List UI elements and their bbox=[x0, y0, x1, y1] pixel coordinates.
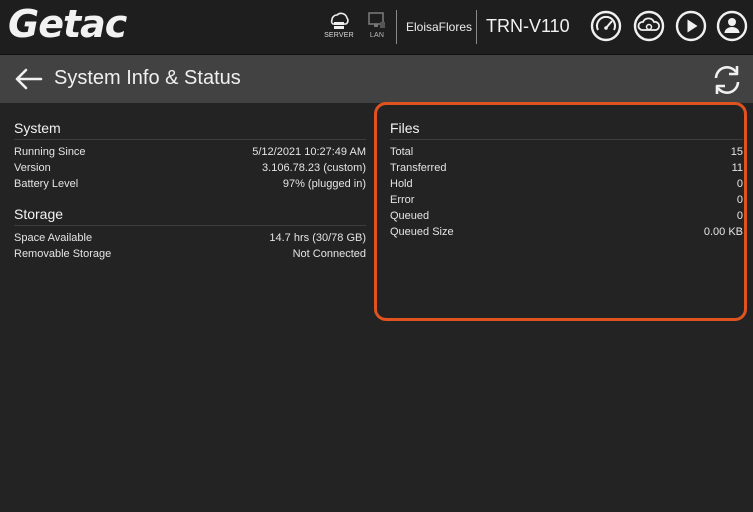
row-value: 14.7 hrs (30/78 GB) bbox=[269, 232, 366, 244]
row-label: Battery Level bbox=[14, 178, 79, 190]
row-label: Transferred bbox=[390, 162, 447, 174]
section-heading: Storage bbox=[14, 206, 366, 226]
row-label: Space Available bbox=[14, 232, 93, 244]
user-button[interactable] bbox=[716, 10, 748, 42]
server-status[interactable]: SERVER bbox=[322, 11, 356, 45]
info-row: Battery Level 97% (plugged in) bbox=[14, 176, 366, 192]
gauge-icon bbox=[590, 10, 622, 42]
row-value: 0 bbox=[736, 194, 743, 206]
row-value: 5/12/2021 10:27:49 AM bbox=[252, 146, 366, 158]
device-name: TRN-V110 bbox=[486, 16, 570, 36]
info-row: Version 3.106.78.23 (custom) bbox=[14, 160, 366, 176]
row-value: 0 bbox=[736, 210, 743, 222]
row-label: Total bbox=[390, 146, 414, 158]
user-icon bbox=[716, 10, 748, 42]
row-value: 11 bbox=[731, 162, 743, 174]
info-row: Error 0 bbox=[390, 192, 743, 208]
row-value: 0 bbox=[736, 178, 743, 190]
row-value: 0.00 KB bbox=[703, 226, 743, 238]
row-label: Removable Storage bbox=[14, 248, 112, 260]
info-row: Removable Storage Not Connected bbox=[14, 246, 366, 262]
info-row: Running Since 5/12/2021 10:27:49 AM bbox=[14, 144, 366, 160]
user-name: EloisaFlores bbox=[406, 20, 473, 34]
lan-status[interactable]: LAN bbox=[360, 11, 394, 45]
info-row: Total 15 bbox=[390, 144, 743, 160]
divider bbox=[396, 10, 397, 44]
storage-section: Storage Space Available 14.7 hrs (30/78 G… bbox=[14, 206, 366, 262]
cloud-upload-button[interactable] bbox=[633, 10, 665, 42]
info-row: Queued 0 bbox=[390, 208, 743, 224]
refresh-icon[interactable] bbox=[710, 63, 744, 97]
row-label: Running Since bbox=[14, 146, 86, 158]
row-label: Error bbox=[390, 194, 415, 206]
title-bar: System Info & Status bbox=[0, 55, 753, 103]
row-value: 3.106.78.23 (custom) bbox=[262, 162, 366, 174]
section-heading: System bbox=[14, 120, 366, 140]
server-icon bbox=[330, 12, 349, 29]
lan-icon bbox=[368, 12, 385, 28]
cloud-upload-icon bbox=[633, 10, 665, 42]
divider bbox=[476, 10, 477, 44]
info-row: Queued Size 0.00 KB bbox=[390, 224, 743, 240]
page-title: System Info & Status bbox=[54, 67, 241, 89]
row-value: 15 bbox=[730, 146, 743, 158]
row-label: Queued Size bbox=[390, 226, 454, 238]
row-label: Version bbox=[14, 162, 51, 174]
back-arrow-icon[interactable] bbox=[14, 67, 44, 91]
play-icon bbox=[675, 10, 707, 42]
row-value: 97% (plugged in) bbox=[282, 178, 366, 190]
row-value: Not Connected bbox=[292, 248, 366, 260]
info-row: Hold 0 bbox=[390, 176, 743, 192]
info-row: Transferred 11 bbox=[390, 160, 743, 176]
brand-logo: Getac bbox=[8, 2, 127, 46]
top-bar: Getac SERVER LAN EloisaFlores TRN-V110 bbox=[0, 0, 753, 55]
play-button[interactable] bbox=[675, 10, 707, 42]
lan-label: LAN bbox=[369, 32, 385, 39]
row-label: Queued bbox=[390, 210, 430, 222]
row-label: Hold bbox=[390, 178, 413, 190]
server-label: SERVER bbox=[324, 32, 354, 39]
section-heading: Files bbox=[390, 120, 743, 140]
files-section: Files Total 15 Transferred 11 Hold 0 Error 0… bbox=[390, 120, 743, 240]
info-row: Space Available 14.7 hrs (30/78 GB) bbox=[14, 230, 366, 246]
gauge-button[interactable] bbox=[590, 10, 622, 42]
system-section: System Running Since 5/12/2021 10:27:49 A… bbox=[14, 120, 366, 192]
